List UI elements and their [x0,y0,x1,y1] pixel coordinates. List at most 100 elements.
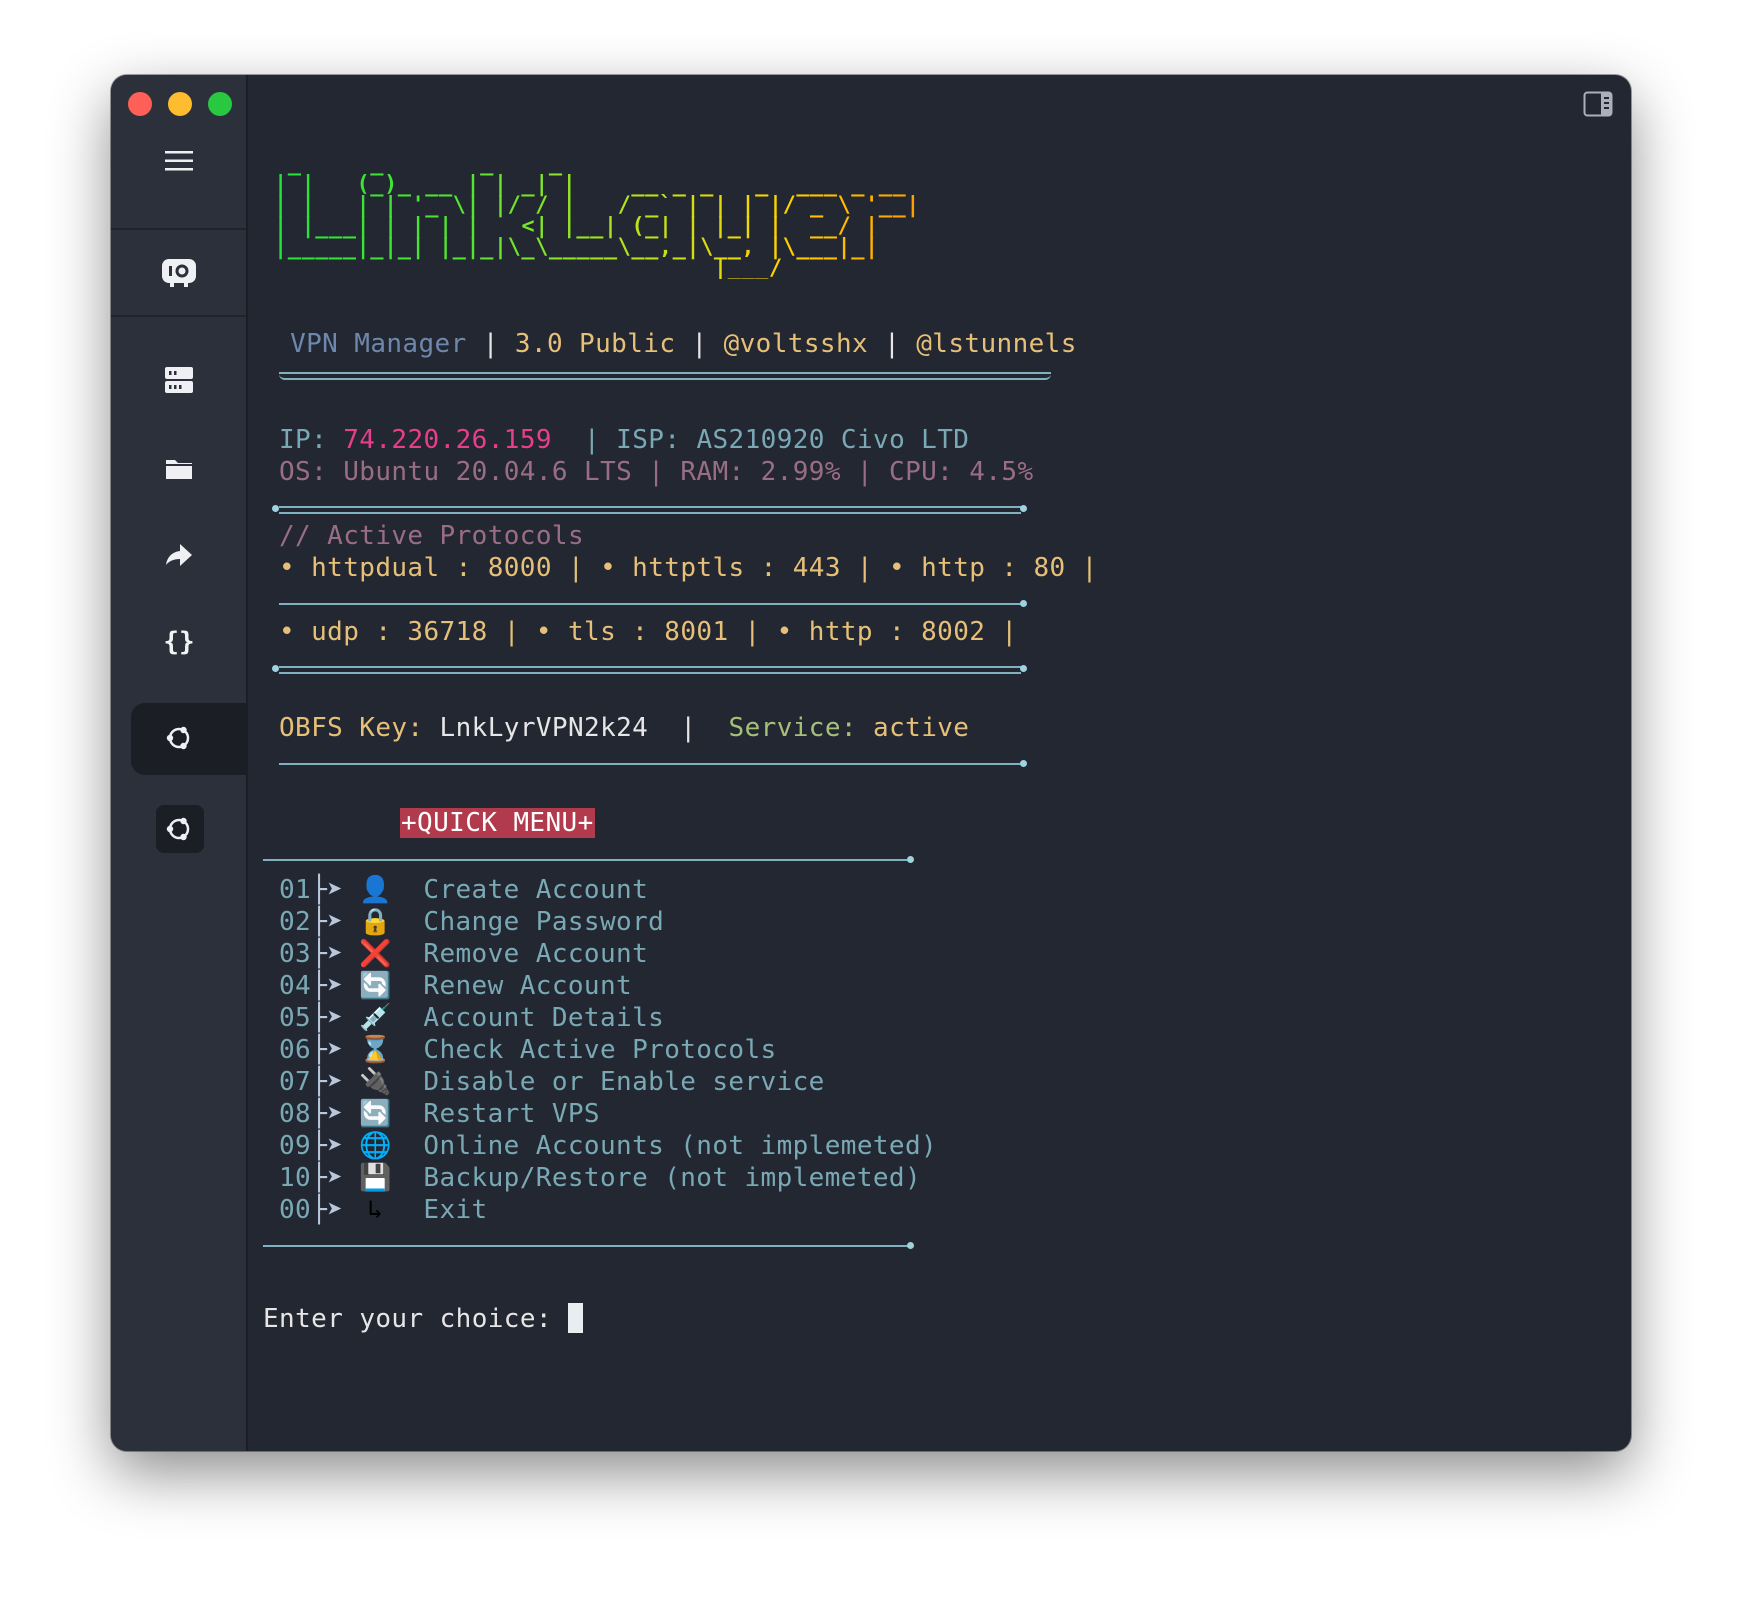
menu-item-label: Account Details [423,1003,665,1033]
banner-underline [279,372,1051,380]
menu-item-icon: 🌐 [359,1131,393,1161]
menu-item-icon: 💾 [359,1163,393,1193]
protocols-heading: // Active Protocols [279,521,585,551]
menu-item-icon: ↳ [367,1195,384,1225]
menu-item-00[interactable]: 00├➤ ↳ Exit [279,1194,488,1226]
share-arrow-icon[interactable] [153,529,205,581]
ip-line: IP: 74.220.26.159 | ISP: AS210920 Civo L… [279,425,970,455]
obfs-line: OBFS Key: LnkLyrVPN2k24 | Service: activ… [279,713,970,743]
protocols-row-2: • udp : 36718 | • tls : 8001 | • http : … [279,617,1018,647]
menu-item-icon: ⌛ [359,1035,393,1065]
menu-item-label: Check Active Protocols [423,1035,777,1065]
banner-subtitle: VPN Manager | 3.0 Public | @voltsshx | @… [290,329,1077,359]
menu-arrow: ├➤ [311,1163,344,1193]
menu-item-number: 10 [279,1163,312,1193]
menu-arrow: ├➤ [311,939,344,969]
menu-item-03[interactable]: 03├➤ ❌ Remove Account [279,938,648,970]
sidebar-divider [111,315,246,317]
menu-item-number: 04 [279,971,312,1001]
terminal-window: {} _ _ _ _ | | (_)_ __ | | _| | __ _ _ _… [111,75,1631,1451]
linklayer-ascii-banner: _ _ _ _ | | (_)_ __ | | _| | __ _ _ _ __… [274,151,921,281]
ip-address: 74.220.26.159 [343,425,552,455]
divider [279,506,1021,514]
menu-item-number: 08 [279,1099,312,1129]
menu-item-06[interactable]: 06├➤ ⌛ Check Active Protocols [279,1034,777,1066]
menu-item-02[interactable]: 02├➤ 🔒 Change Password [279,906,664,938]
menu-item-01[interactable]: 01├➤ 👤 Create Account [279,874,648,906]
menu-item-04[interactable]: 04├➤ 🔄 Renew Account [279,970,632,1002]
menu-item-label: Disable or Enable service [423,1067,825,1097]
menu-item-number: 05 [279,1003,312,1033]
menu-item-label: Restart VPS [423,1099,600,1129]
menu-item-number: 03 [279,939,312,969]
terminal-content[interactable]: _ _ _ _ | | (_)_ __ | | _| | __ _ _ _ __… [246,75,1631,1451]
sidebar-divider [111,228,246,230]
menu-arrow: ├➤ [311,971,344,1001]
protocols-row-1: • httpdual : 8000 | • httptls : 443 | • … [279,553,1098,583]
divider [279,603,1021,605]
menu-item-icon: 👤 [359,875,393,905]
ubuntu-icon[interactable] [153,803,205,855]
folder-icon[interactable] [153,443,205,495]
menu-arrow: ├➤ [311,1067,344,1097]
menu-item-number: 02 [279,907,312,937]
menu-arrow: ├➤ [311,1195,344,1225]
menu-item-label: Exit [423,1195,488,1225]
menu-item-icon: 🔌 [359,1067,393,1097]
divider [279,763,1021,765]
menu-item-icon: ❌ [359,939,393,969]
rule-dot [272,505,279,512]
menu-item-label: Create Account [423,875,649,905]
rule-dot [1020,760,1027,767]
menu-item-number: 06 [279,1035,312,1065]
zoom-window-button[interactable] [208,92,232,116]
handle-voltsshx: @voltsshx [723,329,869,359]
close-window-button[interactable] [128,92,152,116]
hamburger-menu-icon[interactable] [153,135,205,187]
menu-item-07[interactable]: 07├➤ 🔌 Disable or Enable service [279,1066,825,1098]
braces-icon[interactable]: {} [153,616,205,668]
isp-name: AS210920 Civo LTD [696,425,970,455]
handle-lstunnels: @lstunnels [916,329,1077,359]
menu-arrow: ├➤ [311,1003,344,1033]
menu-item-label: Online Accounts (not implemeted) [423,1131,938,1161]
menu-arrow: ├➤ [311,1131,344,1161]
menu-item-09[interactable]: 09├➤ 🌐 Online Accounts (not implemeted) [279,1130,937,1162]
menu-arrow: ├➤ [311,1035,344,1065]
server-icon[interactable] [153,354,205,406]
minimize-window-button[interactable] [168,92,192,116]
rule-dot [907,1242,914,1249]
text-cursor [568,1303,584,1333]
ubuntu-icon[interactable] [153,712,205,764]
menu-item-label: Backup/Restore (not implemeted) [423,1163,922,1193]
menu-item-icon: 🔒 [359,907,393,937]
menu-item-label: Renew Account [423,971,633,1001]
os-stats-line: OS: Ubuntu 20.04.6 LTS | RAM: 2.99% | CP… [279,457,1034,487]
vpn-key-icon[interactable] [153,246,205,298]
app-name: VPN Manager [290,329,467,359]
menu-item-number: 01 [279,875,312,905]
rule-dot [1020,665,1027,672]
rule-dot [907,856,914,863]
menu-item-08[interactable]: 08├➤ 🔄 Restart VPS [279,1098,600,1130]
menu-item-icon: 💉 [359,1003,393,1033]
menu-bottom-rule [263,1245,908,1247]
rule-dot [1020,505,1027,512]
menu-arrow: ├➤ [311,907,344,937]
menu-arrow: ├➤ [311,875,344,905]
menu-item-05[interactable]: 05├➤ 💉 Account Details [279,1002,664,1034]
quick-menu-title: +QUICK MENU+ [400,808,595,838]
menu-item-10[interactable]: 10├➤ 💾 Backup/Restore (not implemeted) [279,1162,921,1194]
menu-item-icon: 🔄 [359,1099,393,1129]
obfs-key: LnkLyrVPN2k24 [439,713,649,743]
choice-prompt[interactable]: Enter your choice: [263,1303,584,1335]
service-status: active [873,713,970,743]
menu-top-rule [263,859,908,861]
menu-item-label: Remove Account [423,939,649,969]
menu-item-number: 00 [279,1195,312,1225]
menu-item-number: 07 [279,1067,312,1097]
menu-item-number: 09 [279,1131,312,1161]
version: 3.0 Public [514,329,676,359]
rule-dot [1020,600,1027,607]
divider [279,666,1021,674]
